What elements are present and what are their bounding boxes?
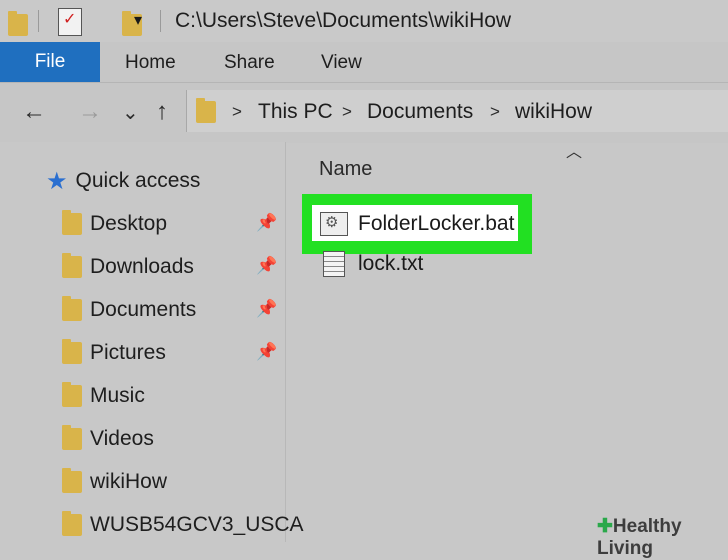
pin-icon[interactable]: 📌	[256, 256, 277, 276]
cross-icon: ✚	[597, 516, 613, 537]
sidebar-item-music[interactable]: Music	[62, 381, 145, 411]
sidebar-item-documents[interactable]: Documents	[62, 295, 196, 325]
sidebar-item-quick-access[interactable]: ★ Quick access	[46, 166, 200, 196]
window-title: C:\Users\Steve\Documents\wikiHow	[175, 9, 512, 32]
sidebar-item-wusb54gcv3[interactable]: WUSB54GCV3_USCA	[62, 510, 304, 540]
documents-folder-icon	[62, 296, 82, 321]
ribbon	[0, 42, 728, 82]
sort-ascending-icon[interactable]: ︿	[566, 138, 582, 162]
sidebar-item-downloads[interactable]: Downloads	[62, 252, 194, 282]
desktop-folder-icon	[62, 210, 82, 235]
back-button[interactable]: ←	[22, 98, 46, 126]
pin-icon[interactable]: 📌	[256, 213, 277, 233]
sidebar-item-pictures[interactable]: Pictures	[62, 338, 166, 368]
music-folder-icon	[62, 382, 82, 407]
watermark: ✚Healthy Living	[597, 516, 682, 559]
tab-share[interactable]: Share	[224, 52, 275, 74]
folder-icon	[62, 511, 82, 536]
properties-icon[interactable]: ✓	[58, 8, 82, 36]
chevron-right-icon[interactable]: >	[490, 102, 500, 122]
toolbar-separator	[160, 10, 161, 32]
up-button[interactable]: ↑	[156, 98, 168, 126]
tab-view[interactable]: View	[321, 52, 362, 74]
pictures-folder-icon	[62, 339, 82, 364]
breadcrumb-this-pc[interactable]: This PC	[258, 100, 333, 124]
chevron-right-icon[interactable]: >	[232, 102, 242, 122]
videos-folder-icon	[62, 425, 82, 450]
sidebar-item-desktop[interactable]: Desktop	[62, 209, 167, 239]
tab-file[interactable]: File	[0, 42, 100, 82]
star-icon: ★	[46, 167, 68, 195]
sidebar-item-wikihow[interactable]: wikiHow	[62, 467, 167, 497]
tab-home[interactable]: Home	[125, 52, 176, 74]
breadcrumb-documents[interactable]: Documents	[367, 100, 473, 124]
downloads-folder-icon	[62, 253, 82, 278]
column-header-name[interactable]: Name	[319, 158, 372, 181]
batch-file-icon	[320, 212, 348, 236]
folder-icon	[62, 468, 82, 493]
recent-locations-button[interactable]: ⌄	[122, 100, 139, 125]
chevron-right-icon[interactable]: >	[342, 102, 352, 122]
breadcrumb-wikihow[interactable]: wikiHow	[515, 100, 592, 124]
customize-toolbar-icon[interactable]: ▾	[134, 10, 142, 30]
pane-divider[interactable]	[285, 142, 286, 542]
sidebar-item-videos[interactable]: Videos	[62, 424, 154, 454]
toolbar-separator	[38, 10, 39, 32]
text-file-icon	[323, 251, 345, 277]
pin-icon[interactable]: 📌	[256, 299, 277, 319]
pin-icon[interactable]: 📌	[256, 342, 277, 362]
folder-icon	[196, 98, 216, 123]
file-row-lock-txt[interactable]: lock.txt	[320, 248, 423, 280]
file-row-folderlocker[interactable]: FolderLocker.bat	[320, 208, 514, 240]
forward-button[interactable]: →	[78, 98, 102, 126]
folder-icon	[8, 11, 28, 36]
